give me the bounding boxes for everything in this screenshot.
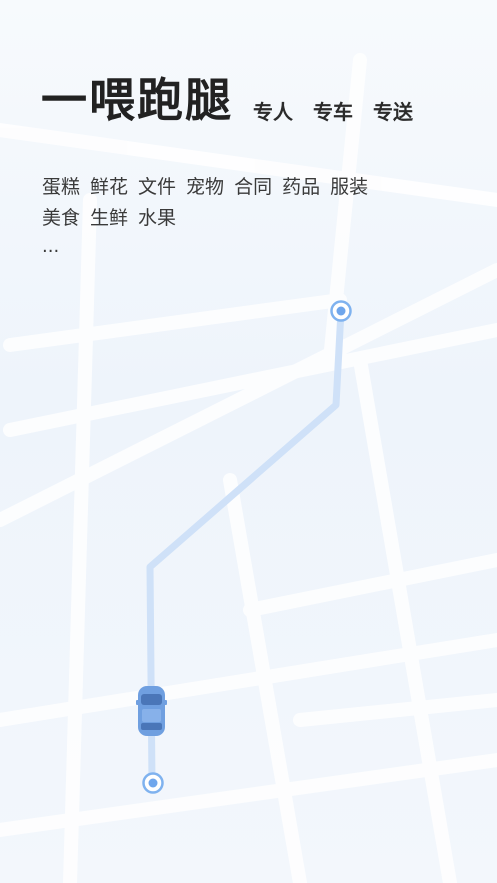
tag-dedicated-vehicle: 专车 [313,100,353,124]
tag-dedicated-person: 专人 [253,100,293,124]
category-item: 美食 [42,207,81,229]
map-street [63,193,97,883]
category-row: 蛋糕 鲜花 文件 宠物 合同 药品 服装 [42,172,462,203]
destination-pin-icon [142,772,164,794]
category-row: 美食 生鲜 水果 [42,203,462,234]
category-item: 服装 [330,176,369,198]
category-item: 文件 [138,176,177,198]
category-list: 蛋糕 鲜花 文件 宠物 合同 药品 服装 美食 生鲜 水果 ... [42,172,462,258]
service-tags: 专人 专车 专送 [253,97,413,127]
car-icon [136,686,167,736]
category-item: 水果 [138,207,177,229]
tag-dedicated-delivery: 专送 [373,100,413,124]
map-street [353,353,457,883]
location-pin-icon [330,300,352,322]
category-item: 鲜花 [90,176,129,198]
map-background [0,53,497,883]
map-street [243,553,497,617]
category-item: 蛋糕 [42,176,81,198]
map-street [293,693,497,727]
map-street [3,293,347,352]
category-item: 药品 [282,176,321,198]
category-item: 合同 [234,176,273,198]
category-item: 生鲜 [90,207,129,229]
more-ellipsis: ... [42,236,60,257]
page-title: 一喂跑腿 [41,73,233,127]
category-item: 宠物 [186,176,225,198]
